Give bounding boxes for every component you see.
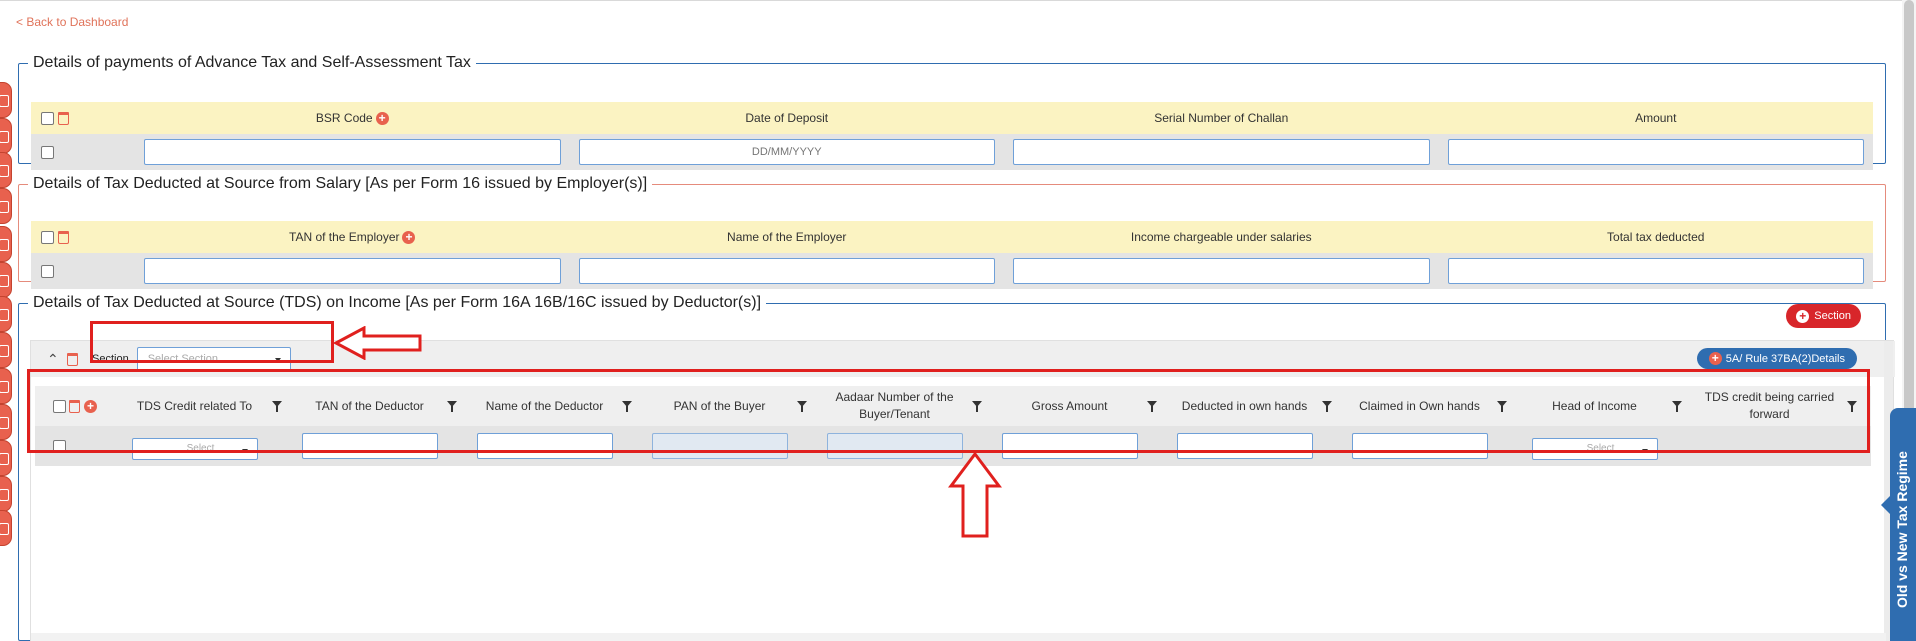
row-actions <box>31 145 135 159</box>
side-tool-icon[interactable] <box>0 404 12 440</box>
side-tool-icon[interactable] <box>0 118 12 154</box>
side-tool-icon[interactable] <box>0 510 12 546</box>
salary-tds-title: Details of Tax Deducted at Source from S… <box>33 175 648 192</box>
table-row <box>31 134 1873 170</box>
select-all-checkbox[interactable] <box>41 230 54 244</box>
column-header: Income chargeable under salaries <box>1130 230 1312 244</box>
side-tool-icon[interactable] <box>0 440 12 476</box>
arrow-up-icon <box>948 452 1002 538</box>
panel-horizontal-scrollbar[interactable] <box>31 633 1886 641</box>
column-header: Name of the Employer <box>727 230 847 244</box>
side-tool-icon[interactable] <box>0 262 12 298</box>
column-header: Serial Number of Challan <box>1154 111 1289 125</box>
amount-input[interactable] <box>1447 139 1864 165</box>
side-tool-icon[interactable] <box>0 226 12 262</box>
side-tool-icon[interactable] <box>0 82 12 118</box>
column-header: BSR Code + <box>135 111 570 126</box>
employer-name-input[interactable] <box>578 258 995 284</box>
side-tool-icon[interactable] <box>0 188 12 224</box>
side-tool-icon[interactable] <box>0 332 12 368</box>
arrow-left-icon <box>334 326 422 360</box>
row-checkbox[interactable] <box>41 264 54 278</box>
grid-header: BSR Code + Date of Deposit Serial Number … <box>31 102 1873 134</box>
select-all-checkbox[interactable] <box>41 111 54 125</box>
rule-37ba-details-button[interactable]: + 5A/ Rule 37BA(2)Details <box>1696 348 1857 369</box>
column-header: TAN of the Employer + <box>135 230 570 245</box>
add-section-label: Section <box>1814 310 1851 322</box>
plus-icon: + <box>1708 352 1722 365</box>
chevron-up-icon[interactable]: ⌃ <box>47 351 61 368</box>
trash-icon[interactable] <box>58 111 69 125</box>
table-row <box>31 253 1873 289</box>
column-header: Total tax deducted <box>1607 230 1705 244</box>
top-divider <box>0 0 1916 1</box>
back-to-dashboard-link[interactable]: < Back to Dashboard <box>16 15 128 29</box>
side-tool-icon[interactable] <box>0 368 12 404</box>
add-section-button[interactable]: + Section <box>1786 304 1861 328</box>
row-checkbox[interactable] <box>41 145 54 159</box>
advance-tax-title: Details of payments of Advance Tax and S… <box>33 54 471 71</box>
date-of-deposit-input[interactable] <box>578 139 995 165</box>
trash-icon[interactable] <box>58 230 69 244</box>
header-actions <box>31 111 135 125</box>
plus-icon[interactable]: + <box>402 231 416 245</box>
row-actions <box>31 264 135 278</box>
side-tool-icon[interactable] <box>0 476 12 512</box>
old-vs-new-regime-tab[interactable]: Old vs New Tax Regime <box>1890 408 1916 641</box>
advance-tax-section: Details of payments of Advance Tax and S… <box>18 54 1886 170</box>
total-tax-deducted-input[interactable] <box>1447 258 1864 284</box>
header-actions <box>31 230 135 244</box>
tan-employer-input[interactable] <box>144 258 561 284</box>
bsr-code-input[interactable] <box>144 139 561 165</box>
income-chargeable-input[interactable] <box>1013 258 1430 284</box>
tab-notch <box>1881 496 1890 514</box>
highlight-tds-grid <box>27 369 1870 453</box>
income-tds-title: Details of Tax Deducted at Source (TDS) … <box>33 294 762 311</box>
grid-header: TAN of the Employer + Name of the Employe… <box>31 221 1873 253</box>
column-header: Date of Deposit <box>745 111 829 125</box>
side-tool-icon[interactable] <box>0 152 12 188</box>
page: < Back to Dashboard Details of payments … <box>0 0 1916 641</box>
plus-icon[interactable]: + <box>375 112 389 126</box>
column-header: Amount <box>1635 111 1677 125</box>
salary-tds-section: Details of Tax Deducted at Source from S… <box>18 175 1886 289</box>
highlight-section-select <box>90 321 334 363</box>
page-scrollbar[interactable] <box>1902 0 1916 620</box>
side-tool-icon[interactable] <box>0 296 12 332</box>
trash-icon[interactable] <box>67 352 78 366</box>
challan-serial-input[interactable] <box>1013 139 1430 165</box>
plus-icon: + <box>1796 309 1810 323</box>
